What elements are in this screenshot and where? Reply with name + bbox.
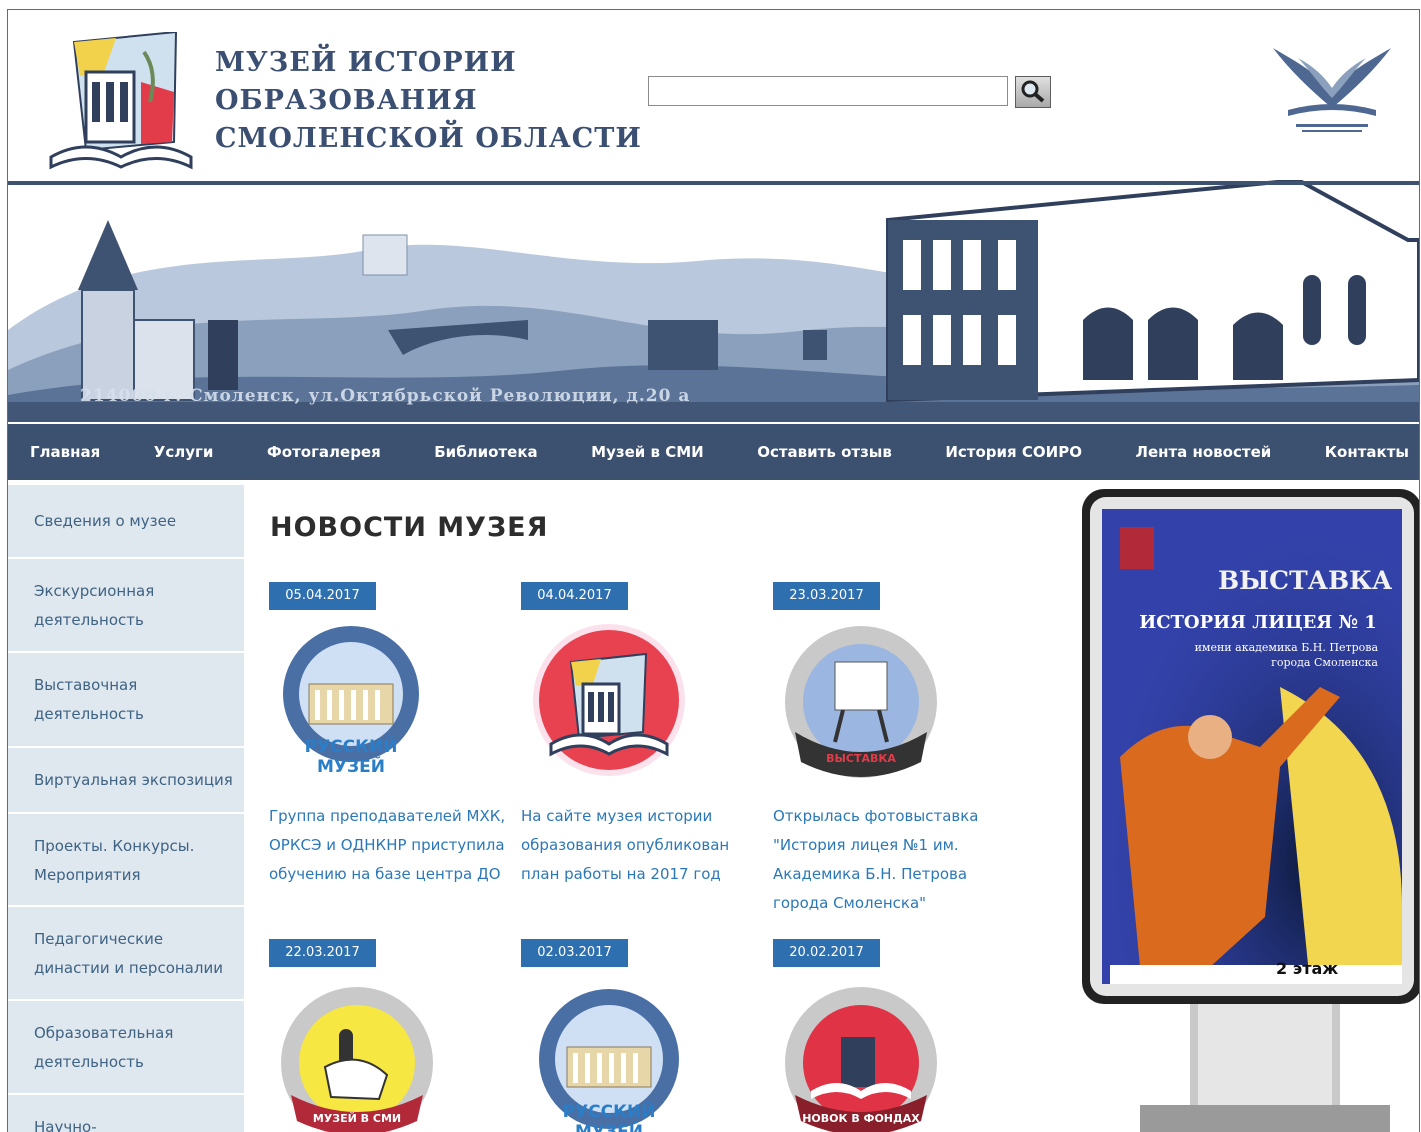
museum-in-media-badge-image[interactable]: МУЗЕЙ В СМИ [269, 979, 449, 1132]
sidebar-item-label: деятельность [34, 705, 144, 723]
svg-text:РУССКИЙ: РУССКИЙ [563, 1100, 656, 1122]
news-date: 05.04.2017 [269, 582, 376, 610]
site-title[interactable]: МУЗЕЙ ИСТОРИИ ОБРАЗОВАНИЯ СМОЛЕНСКОЙ ОБЛ… [215, 44, 642, 158]
badge-text: РУССКИЙ [305, 735, 398, 757]
sidebar-item-label: деятельность [34, 611, 144, 629]
search-button[interactable] [1015, 76, 1051, 108]
sidebar-item-label: деятельность [34, 1053, 144, 1071]
poster-caption-line: имени академика Б.Н. Петрова [1194, 641, 1378, 654]
news-date: 02.03.2017 [521, 939, 628, 967]
sidebar-item-education[interactable]: Образовательная деятельность [8, 1001, 244, 1095]
sidebar-item-projects[interactable]: Проекты. Конкурсы. Мероприятия [8, 814, 244, 907]
search-icon [1021, 80, 1045, 103]
search-input[interactable] [648, 76, 1008, 106]
sidebar-item-label: Сведения о музее [34, 512, 177, 530]
news-card: 23.03.2017 ВЫСТАВКА Открылась фотовыстав… [773, 582, 1013, 922]
nav-item-home[interactable]: Главная [30, 443, 100, 461]
nav-item-library[interactable]: Библиотека [434, 443, 537, 461]
sidebar-item-science[interactable]: Научно- [8, 1095, 244, 1132]
news-date: 23.03.2017 [773, 582, 880, 610]
museum-logo[interactable] [46, 32, 196, 172]
svg-text:МУЗЕЙ: МУЗЕЙ [317, 755, 385, 777]
header-divider [8, 181, 1419, 185]
main-navigation: Главная Услуги Фотогалерея Библиотека Му… [8, 424, 1419, 480]
svg-text:МУЗЕЙ: МУЗЕЙ [575, 1120, 643, 1132]
sidebar-item-virtual-exposition[interactable]: Виртуальная экспозиция [8, 748, 244, 814]
news-card: 05.04.2017 РУССКИЙ МУЗЕЙ Группа преподав… [269, 582, 509, 922]
badge-text: РУССКИЙ [563, 1100, 656, 1122]
news-date: 04.04.2017 [521, 582, 628, 610]
sidebar-item-label: Выставочная [34, 676, 138, 694]
news-date: 20.02.2017 [773, 939, 880, 967]
badge-text: МУЗЕЙ [317, 755, 385, 777]
sidebar-item-about[interactable]: Сведения о музее [8, 485, 244, 559]
russian-museum-badge-image[interactable]: РУССКИЙ МУЗЕЙ [521, 979, 701, 1132]
news-link[interactable]: Открылась фотовыставка "История лицея №1… [773, 802, 1013, 918]
sidebar-item-label: Виртуальная экспозиция [34, 771, 233, 789]
nav-item-museum-in-media[interactable]: Музей в СМИ [591, 443, 704, 461]
svg-text:ВЫСТАВКА: ВЫСТАВКА [826, 752, 896, 765]
sidebar-item-label: Педагогические [34, 930, 164, 948]
svg-text:МУЗЕЙ В СМИ: МУЗЕЙ В СМИ [313, 1112, 401, 1125]
badge-text: НОВОК В ФОНДАХ [802, 1112, 920, 1125]
soiro-logo[interactable] [1268, 38, 1396, 138]
sidebar-item-dynasties[interactable]: Педагогические династии и персоналии [8, 907, 244, 1001]
sidebar-item-label: Проекты. Конкурсы. [34, 837, 195, 855]
page-frame: МУЗЕЙ ИСТОРИИ ОБРАЗОВАНИЯ СМОЛЕНСКОЙ ОБЛ… [7, 9, 1420, 1132]
sidebar-item-excursions[interactable]: Экскурсионная деятельность [8, 559, 244, 653]
museum-logo-badge-image[interactable] [521, 622, 701, 792]
sidebar-item-label: династии и персоналии [34, 959, 223, 977]
new-in-collection-badge-image[interactable]: НОВОК В ФОНДАХ [773, 979, 953, 1132]
news-card: 20.02.2017 НОВОК В ФОНДАХ [773, 939, 1013, 1132]
news-link[interactable]: Группа преподавателей МХК, ОРКСЭ и ОДНКН… [269, 802, 509, 889]
nav-item-photo-gallery[interactable]: Фотогалерея [267, 443, 381, 461]
sidebar-item-exhibitions[interactable]: Выставочная деятельность [8, 653, 244, 748]
poster-title: ВЫСТАВКА [1218, 566, 1393, 595]
nav-item-soiro-history[interactable]: История СОИРО [945, 443, 1082, 461]
poster-subtitle: ИСТОРИЯ ЛИЦЕЯ № 1 [1139, 612, 1377, 633]
sidebar-item-label: Образовательная [34, 1024, 174, 1042]
news-link[interactable]: На сайте музея истории образования опубл… [521, 802, 761, 889]
news-card: 02.03.2017 РУССКИЙ МУЗЕЙ [521, 939, 761, 1132]
badge-text: ВЫСТАВКА [826, 752, 896, 765]
russian-museum-badge-image[interactable]: РУССКИЙ МУЗЕЙ [269, 622, 449, 792]
badge-text: МУЗЕЙ [575, 1120, 643, 1132]
nav-item-leave-feedback[interactable]: Оставить отзыв [757, 443, 892, 461]
svg-text:РУССКИЙ: РУССКИЙ [305, 735, 398, 757]
sidebar: Сведения о музее Экскурсионная деятельно… [8, 485, 244, 1132]
svg-text:НОВОК В ФОНДАХ: НОВОК В ФОНДАХ [802, 1112, 920, 1125]
nav-item-news-feed[interactable]: Лента новостей [1135, 443, 1271, 461]
site-title-line: ОБРАЗОВАНИЯ [215, 85, 478, 116]
poster-caption-line: города Смоленска [1271, 656, 1378, 669]
nav-item-contacts[interactable]: Контакты [1325, 443, 1409, 461]
site-title-line: СМОЛЕНСКОЙ ОБЛАСТИ [215, 123, 642, 154]
news-card: 04.04.2017 На сайте музея истории образо… [521, 582, 761, 922]
nav-item-services[interactable]: Услуги [154, 443, 214, 461]
poster-floor-label: 2 этаж [1276, 959, 1339, 978]
exhibition-badge-image[interactable]: ВЫСТАВКА [773, 622, 953, 792]
sidebar-item-label: Мероприятия [34, 866, 141, 884]
badge-text: МУЗЕЙ В СМИ [313, 1112, 401, 1125]
news-card: 22.03.2017 МУЗЕЙ В СМИ [269, 939, 509, 1132]
sidebar-item-label: Научно- [34, 1118, 97, 1132]
sidebar-item-label: Экскурсионная [34, 582, 155, 600]
news-date: 22.03.2017 [269, 939, 376, 967]
site-header: МУЗЕЙ ИСТОРИИ ОБРАЗОВАНИЯ СМОЛЕНСКОЙ ОБЛ… [8, 10, 1419, 422]
page-title: НОВОСТИ МУЗЕЯ [270, 512, 549, 543]
site-title-line: МУЗЕЙ ИСТОРИИ [215, 47, 517, 78]
poster-caption: имени академика Б.Н. Петрова города Смол… [1158, 640, 1378, 670]
museum-address: 214000 г. Смоленск, ул.Октябрьской Револ… [80, 386, 691, 406]
